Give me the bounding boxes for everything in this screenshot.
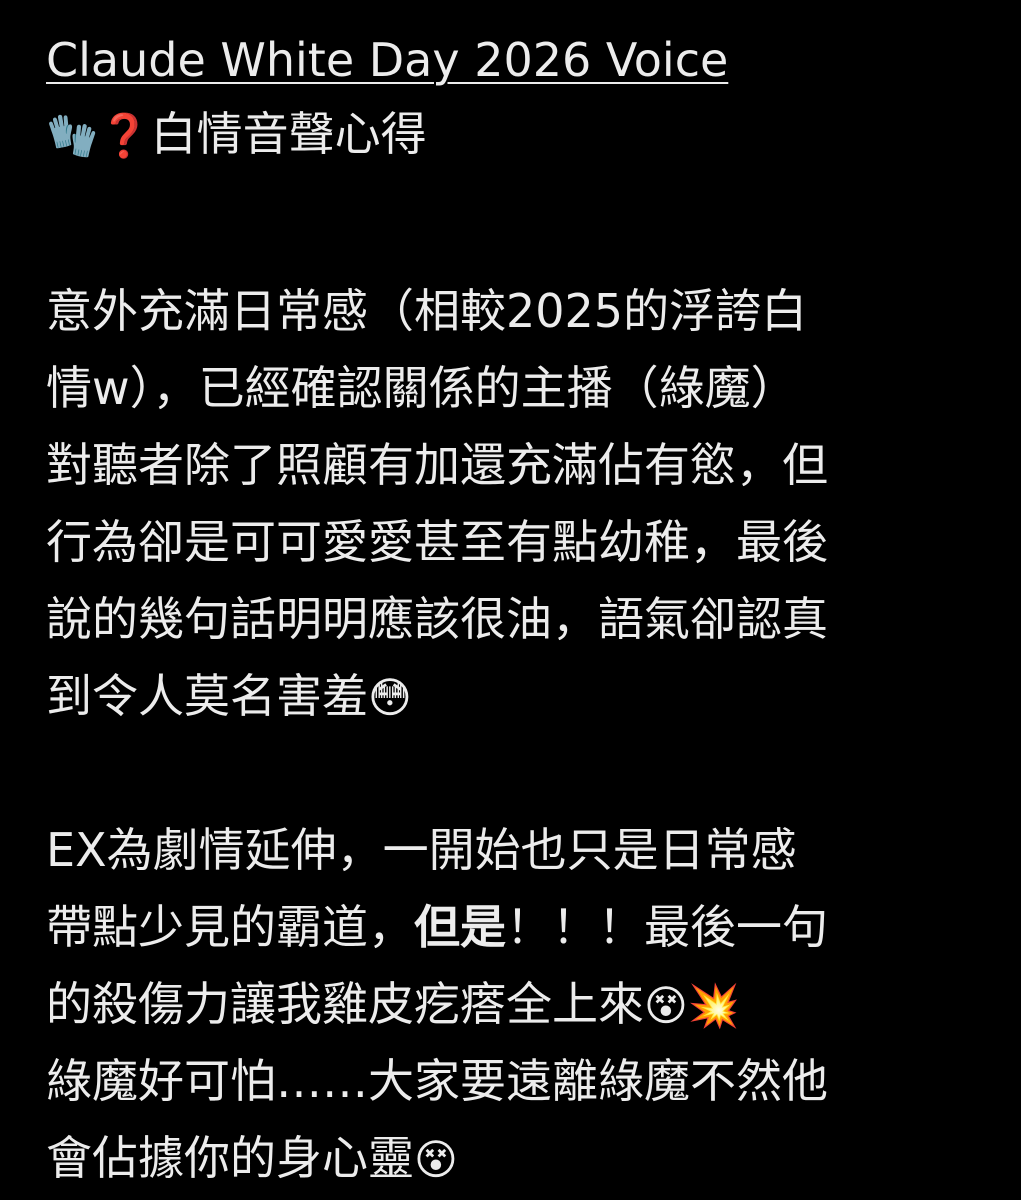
post-body: Claude White Day 2026 Voice 🧤❓白情音聲心得 意外充…: [46, 26, 986, 1197]
paragraph-2-line-2: 帶點少見的霸道，但是！！！最後一句: [46, 889, 986, 966]
question-mark-icon: ❓: [98, 111, 151, 160]
post-title-text: Claude White Day 2026 Voice: [46, 33, 729, 87]
paragraph-1: 意外充滿日常感（相較2025的浮誇白 情w），已經確認關係的主播（綠魔） 對聽者…: [46, 273, 986, 735]
paragraph-1-line-6-text: 到令人莫名害羞: [46, 669, 368, 723]
gloves-icon: 🧤: [46, 111, 99, 160]
paragraph-1-line-4: 行為卻是可可愛愛甚至有點幼稚，最後: [46, 515, 828, 569]
flushed-face-icon: 😳: [368, 673, 412, 722]
paragraph-2: EX為劇情延伸，一開始也只是日常感 帶點少見的霸道，但是！！！最後一句 的殺傷力…: [46, 812, 986, 1197]
dizzy-face-icon: 😵: [644, 981, 688, 1030]
post-title: Claude White Day 2026 Voice: [46, 26, 986, 94]
collision-icon: 💥: [687, 981, 741, 1030]
paragraph-1-line-1: 意外充滿日常感（相較2025的浮誇白: [46, 284, 808, 338]
paragraph-2-line-5: 會佔據你的身心靈😵: [46, 1120, 986, 1197]
paragraph-2-line-2-bold: 但是: [414, 900, 506, 954]
paragraph-2-line-1: EX為劇情延伸，一開始也只是日常感: [46, 823, 797, 877]
dizzy-face-icon: 😵: [414, 1135, 458, 1184]
paragraph-2-line-4: 綠魔好可怕……大家要遠離綠魔不然他: [46, 1054, 828, 1108]
paragraph-2-line-3: 的殺傷力讓我雞皮疙瘩全上來😵💥: [46, 966, 986, 1043]
paragraph-2-line-2-prefix: 帶點少見的霸道，: [46, 900, 414, 954]
paragraph-1-line-6: 到令人莫名害羞😳: [46, 658, 986, 735]
paragraph-2-line-5-text: 會佔據你的身心靈: [46, 1131, 414, 1185]
paragraph-1-line-5: 說的幾句話明明應該很油，語氣卻認真: [46, 592, 828, 646]
paragraph-1-line-2: 情w），已經確認關係的主播（綠魔）: [46, 361, 797, 415]
paragraph-2-line-3-text: 的殺傷力讓我雞皮疙瘩全上來: [46, 977, 644, 1031]
paragraph-1-line-3: 對聽者除了照顧有加還充滿佔有慾，但: [46, 438, 828, 492]
subtitle-text: 白情音聲心得: [150, 107, 427, 161]
post-subtitle: 🧤❓白情音聲心得: [46, 94, 986, 174]
paragraph-2-line-2-suffix: ！！！最後一句: [506, 900, 828, 954]
